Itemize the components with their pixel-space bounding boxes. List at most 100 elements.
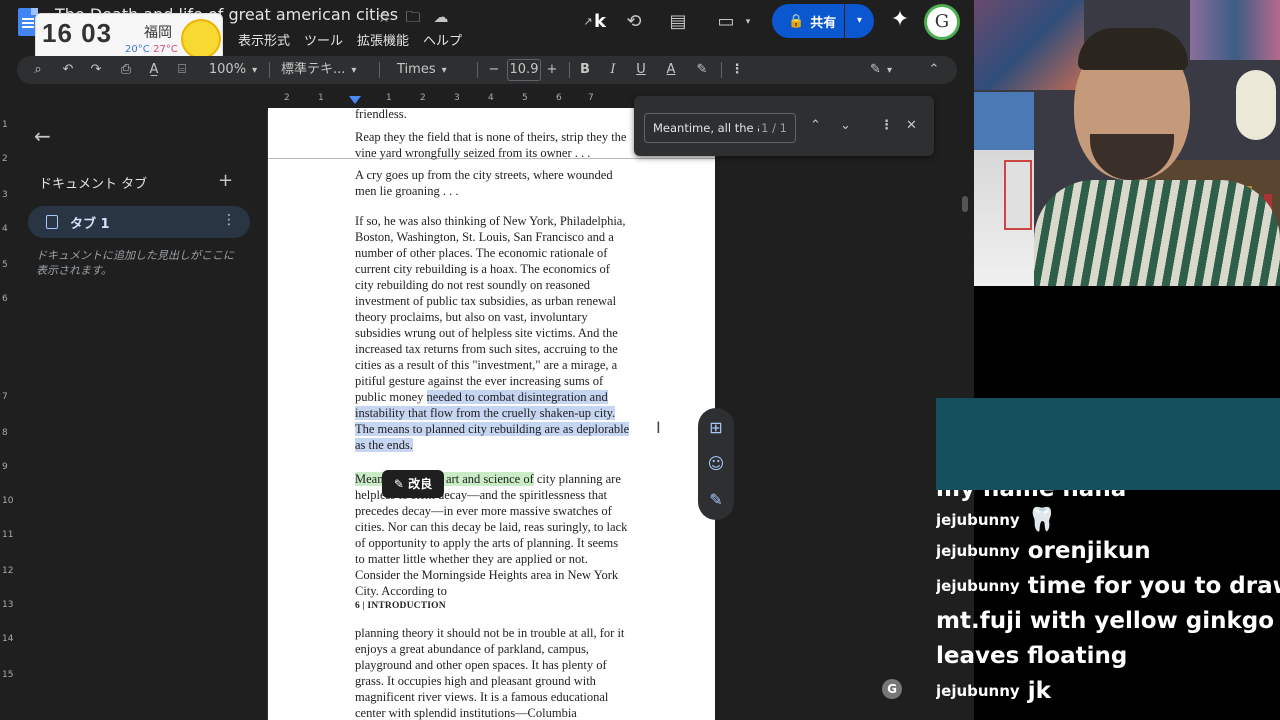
ruler-number: 1 — [2, 120, 8, 130]
ruler-number: 3 — [2, 190, 8, 200]
spellcheck-icon[interactable]: A̲ — [143, 56, 165, 84]
avatar[interactable]: G — [924, 4, 960, 40]
decrease-font-size-icon[interactable]: − — [485, 56, 503, 84]
webcam-feed — [974, 0, 1280, 286]
chat-message: jejubunny time for you to draw — [936, 573, 1280, 599]
ruler-number: 14 — [2, 634, 14, 644]
document-tabs-sidebar: ← ドキュメント タブ + タブ 1 ⋮ ドキュメントに追加した見出しがここに表… — [14, 110, 268, 720]
zoom-select[interactable]: 100% — [203, 56, 263, 84]
ruler-number: 2 — [284, 93, 290, 103]
find-more-icon[interactable]: ⋮ — [880, 118, 893, 133]
menu-format[interactable]: 表示形式 — [238, 30, 290, 49]
find-query: Meantime, all the art — [653, 121, 774, 135]
chat-message: jejubunny orenjikun — [936, 538, 1151, 564]
menu-tools[interactable]: ツール — [304, 30, 343, 49]
move-folder-icon[interactable]: 🗀 — [404, 8, 422, 26]
sidebar-item-tab-1[interactable]: タブ 1 ⋮ — [28, 206, 250, 238]
vertical-ruler[interactable]: 1 2 3 4 5 6 7 8 9 10 11 12 13 14 15 — [0, 110, 14, 720]
person-hair — [1078, 28, 1188, 70]
next-match-icon[interactable]: ⌄ — [840, 118, 851, 133]
ruler-number: 3 — [454, 93, 460, 103]
increase-font-size-icon[interactable]: + — [543, 56, 561, 84]
gemini-icon[interactable]: ✦ — [888, 8, 912, 32]
chat-message: leaves floating — [936, 643, 1127, 669]
tabs-heading: ドキュメント タブ — [39, 177, 148, 192]
undo-icon[interactable]: ↶ — [57, 56, 79, 84]
pencil-sparkle-icon: ✎ — [393, 477, 409, 491]
chat-text: 🦷 — [1027, 507, 1057, 533]
zoom-value: 100% — [208, 62, 247, 77]
meet-dropdown-icon[interactable]: ▾ — [736, 10, 760, 34]
ruler-number: 4 — [2, 224, 8, 234]
document-page[interactable]: friendless. Reap they the field that is … — [268, 108, 715, 720]
scrollbar-thumb[interactable] — [962, 196, 968, 212]
ruler-number: 6 — [556, 93, 562, 103]
font-select[interactable]: Times — [397, 56, 469, 84]
ruler-number: 8 — [2, 428, 8, 438]
version-history-icon[interactable]: ⟲ — [622, 10, 646, 34]
text-color-button[interactable]: A — [661, 56, 681, 84]
emoji-reaction-icon[interactable]: ☺ — [705, 453, 727, 475]
comments-icon[interactable]: ▤ — [666, 10, 690, 34]
close-icon[interactable]: ✕ — [906, 118, 917, 133]
chat-message: mt.fuji with yellow ginkgo — [936, 608, 1274, 634]
share-button[interactable]: 🔒 共有 ▾ — [772, 4, 874, 38]
search-menus-icon[interactable]: ⌕ — [27, 56, 49, 84]
chat-message-cut: my name nana — [936, 490, 1126, 502]
poster-wall — [1190, 0, 1280, 60]
suggest-edits-icon[interactable]: ✎ — [705, 489, 727, 511]
menu-extensions[interactable]: 拡張機能 — [357, 30, 409, 49]
plush-toy — [1236, 70, 1276, 140]
find-count: 1 / 1 — [759, 114, 787, 142]
outline-hint: ドキュメントに追加した見出しがここに表示されます。 — [36, 249, 234, 277]
paragraph: A cry goes up from the city streets, whe… — [355, 168, 613, 198]
chat-message: jejubunny 🦷 — [936, 506, 1056, 533]
sun-icon — [181, 19, 221, 59]
chat-text: time for you to draw — [1027, 573, 1280, 599]
cloud-status-icon[interactable]: ☁ — [432, 8, 450, 26]
paragraph: Reap they the field that is none of thei… — [355, 130, 627, 160]
bold-button[interactable]: B — [575, 56, 595, 84]
back-arrow-icon[interactable]: ← — [34, 124, 51, 148]
find-bar: Meantime, all the art 1 / 1 ⌃ ⌄ ⋮ ✕ — [634, 96, 934, 156]
weather-temperature: 20°C/27°C — [125, 44, 178, 55]
italic-button[interactable]: I — [603, 56, 623, 84]
indent-marker-icon[interactable] — [349, 96, 361, 104]
chat-username: jejubunny — [936, 577, 1020, 595]
highlight-icon[interactable]: ✎ — [691, 56, 713, 84]
paint-format-icon[interactable]: ⌸ — [171, 56, 193, 84]
improve-button[interactable]: ✎ 改良 — [382, 470, 444, 498]
ruler-number: 5 — [2, 260, 8, 270]
find-input[interactable]: Meantime, all the art 1 / 1 — [644, 113, 796, 143]
style-select[interactable]: 標準テキ... — [281, 56, 375, 84]
star-icon[interactable]: ☆ — [375, 8, 393, 26]
add-comment-icon[interactable]: ⊞ — [705, 417, 727, 439]
tab-more-icon[interactable]: ⋮ — [222, 212, 236, 228]
ruler-number: 7 — [2, 392, 8, 402]
underline-button[interactable]: U — [631, 56, 651, 84]
person-shirt — [1034, 180, 1280, 286]
font-size-input[interactable]: 10.9 — [507, 59, 541, 81]
ruler-number: 12 — [2, 566, 14, 576]
meet-icon[interactable]: ▭ — [714, 10, 738, 34]
add-tab-icon[interactable]: + — [218, 170, 233, 191]
k-extension-button[interactable]: k — [588, 10, 612, 34]
print-icon[interactable]: ⎙ — [115, 56, 137, 84]
grammarly-icon[interactable]: G — [882, 679, 902, 699]
ruler-number: 11 — [2, 530, 14, 540]
previous-match-icon[interactable]: ⌃ — [810, 118, 821, 133]
more-options-icon[interactable]: ⋮ — [727, 56, 747, 84]
menu-help[interactable]: ヘルプ — [423, 30, 462, 49]
share-dropdown-icon[interactable]: ▾ — [844, 4, 874, 38]
weather-city: 福岡 — [144, 25, 172, 41]
tab-label: タブ 1 — [70, 217, 110, 232]
docs-window: The Death and life of great american cit… — [0, 0, 974, 720]
ruler-number: 5 — [522, 93, 528, 103]
font-value: Times — [397, 62, 436, 77]
chat-message: jejubunny jk — [936, 678, 1051, 704]
chat-username: jejubunny — [936, 542, 1020, 560]
redo-icon[interactable]: ↷ — [85, 56, 107, 84]
collapse-menus-icon[interactable]: ⌃ — [923, 56, 945, 84]
ruler-number: 1 — [386, 93, 392, 103]
editing-mode-icon[interactable]: ✎ — [861, 56, 901, 84]
